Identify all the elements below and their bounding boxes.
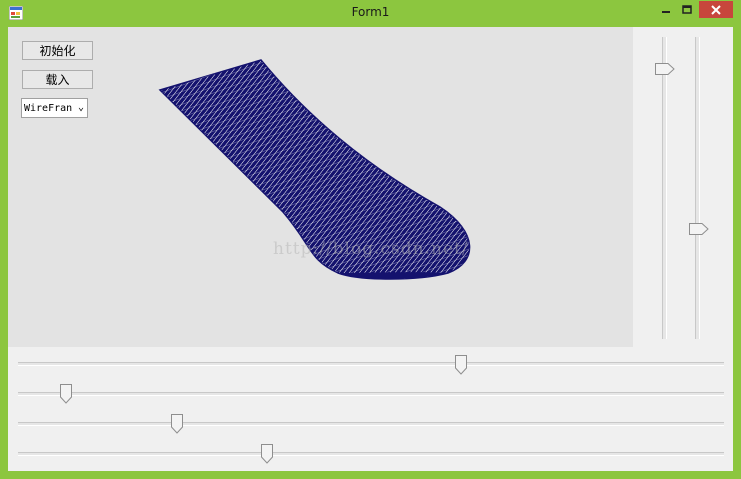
watermark-text: http://blog.csdn.net/ — [273, 239, 469, 259]
horizontal-slider-2-track — [18, 392, 724, 396]
close-icon — [711, 4, 721, 15]
horizontal-slider-2-thumb[interactable] — [59, 384, 72, 404]
horizontal-slider-4-track — [18, 452, 724, 456]
title-bar[interactable]: Form1 — [0, 0, 741, 26]
init-button[interactable]: 初始化 — [22, 41, 93, 60]
minimize-icon — [662, 10, 670, 13]
close-button[interactable] — [699, 1, 733, 18]
minimize-button[interactable] — [656, 1, 676, 18]
window-title: Form1 — [351, 5, 390, 19]
horizontal-slider-1-thumb[interactable] — [455, 355, 468, 375]
vertical-slider-2-thumb[interactable] — [689, 222, 709, 235]
render-mode-value: WireFran — [24, 102, 73, 114]
chevron-down-icon: ⌄ — [77, 102, 84, 113]
vertical-slider-2-track — [695, 37, 700, 339]
horizontal-slider-3-thumb[interactable] — [170, 414, 183, 434]
maximize-button[interactable] — [677, 1, 697, 18]
application-window: Form1 初始化 载入 WireFran ⌄ http://blog.csdn… — [0, 0, 741, 479]
horizontal-slider-4-thumb[interactable] — [260, 444, 273, 464]
vertical-slider-1-track — [662, 37, 667, 339]
client-area: 初始化 载入 WireFran ⌄ http://blog.csdn.net/ — [8, 27, 733, 471]
horizontal-slider-3-track — [18, 422, 724, 426]
wireframe-model — [158, 59, 471, 280]
maximize-icon — [682, 4, 692, 14]
render-viewport[interactable]: 初始化 载入 WireFran ⌄ http://blog.csdn.net/ — [8, 27, 633, 347]
horizontal-slider-1-track — [18, 362, 724, 366]
vertical-slider-1-thumb[interactable] — [655, 63, 675, 76]
load-button[interactable]: 载入 — [22, 70, 93, 89]
render-mode-dropdown[interactable]: WireFran ⌄ — [21, 98, 88, 118]
